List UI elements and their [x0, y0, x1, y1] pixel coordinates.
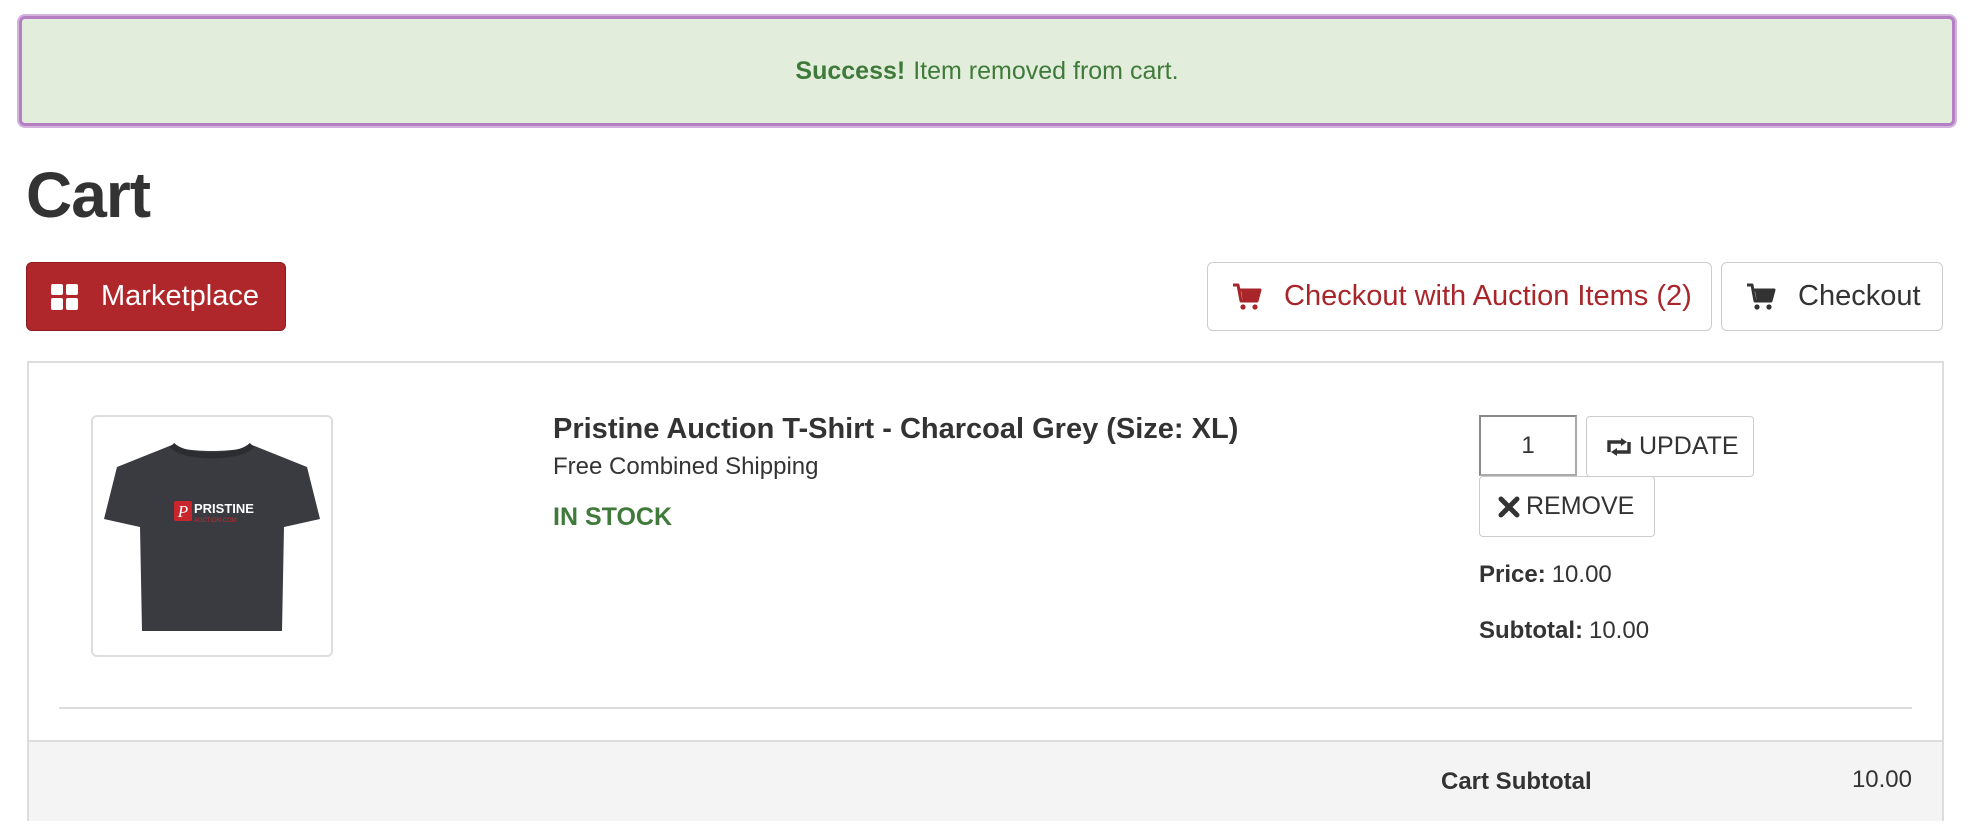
tshirt-brand-sub: AUCTION.COM — [194, 518, 237, 524]
checkout-auction-label: Checkout with Auction Items (2) — [1284, 280, 1692, 312]
svg-text:P: P — [177, 502, 188, 521]
cart-summary-row: Cart Subtotal 10.00 — [29, 740, 1942, 821]
checkout-auction-button[interactable]: Checkout with Auction Items (2) — [1207, 262, 1712, 331]
checkout-label: Checkout — [1798, 280, 1921, 312]
close-icon — [1498, 496, 1520, 517]
update-label: UPDATE — [1639, 432, 1739, 460]
alert-strong: Success! — [795, 56, 906, 85]
subtotal-label: Subtotal: — [1479, 617, 1583, 644]
tshirt-image: P PRISTINE AUCTION.COM — [104, 442, 320, 631]
marketplace-button[interactable]: Marketplace — [26, 262, 286, 331]
marketplace-label: Marketplace — [101, 280, 259, 312]
tshirt-brand: PRISTINE — [194, 501, 254, 516]
cart-panel: P PRISTINE AUCTION.COM Pristine Auction … — [27, 361, 1944, 821]
product-thumbnail[interactable]: P PRISTINE AUCTION.COM — [91, 415, 333, 657]
checkout-button[interactable]: Checkout — [1721, 262, 1943, 331]
price-value: 10.00 — [1551, 561, 1612, 588]
success-alert: Success! Item removed from cart. — [19, 16, 1955, 126]
quantity-input[interactable] — [1479, 415, 1577, 476]
cart-icon — [1747, 283, 1776, 310]
stock-status: IN STOCK — [553, 503, 672, 531]
item-price: Price: 10.00 — [1479, 561, 1612, 589]
remove-label: REMOVE — [1526, 492, 1635, 520]
refresh-icon — [1607, 437, 1631, 456]
update-button[interactable]: UPDATE — [1586, 416, 1754, 477]
price-label: Price: — [1479, 561, 1546, 588]
cart-icon — [1233, 283, 1262, 310]
subtotal-value: 10.00 — [1588, 617, 1650, 644]
item-shipping: Free Combined Shipping — [553, 453, 819, 480]
item-divider — [59, 707, 1912, 709]
grid-icon — [51, 283, 78, 310]
item-subtotal: Subtotal: 10.00 — [1479, 617, 1649, 645]
cart-subtotal-value: 10.00 — [1851, 766, 1912, 793]
remove-button[interactable]: REMOVE — [1479, 476, 1655, 537]
page-title: Cart — [26, 159, 151, 231]
item-title[interactable]: Pristine Auction T-Shirt - Charcoal Grey… — [553, 413, 1238, 446]
alert-message: Item removed from cart. — [913, 56, 1179, 85]
cart-subtotal-label: Cart Subtotal — [1441, 768, 1592, 795]
